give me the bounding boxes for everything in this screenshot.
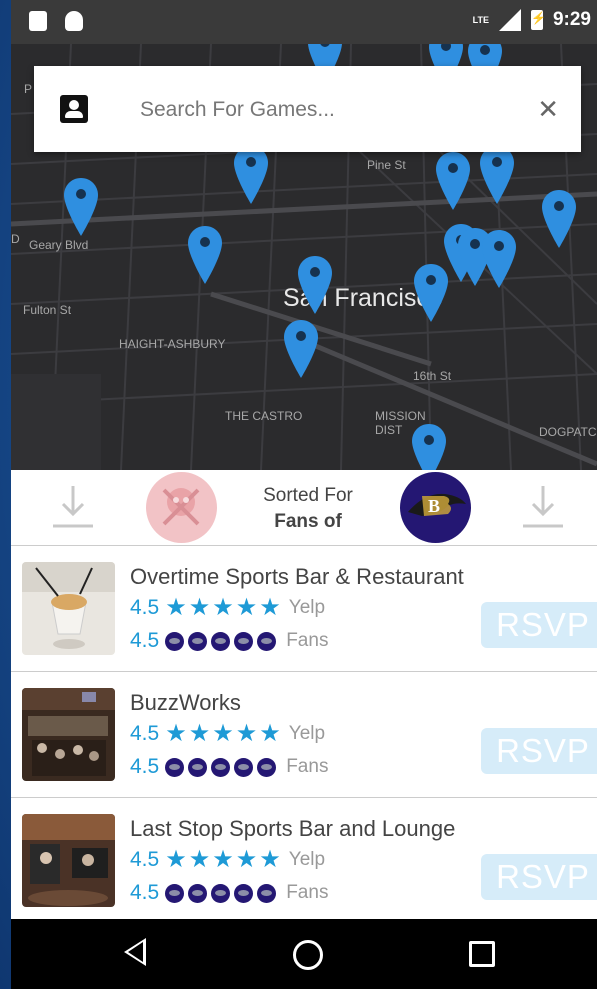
venue-list: Overtime Sports Bar & Restaurant 4.5 ★ ★ ★… (11, 546, 597, 919)
sort-strip: Sorted For Fans of B (11, 470, 597, 546)
map-label-the-castro: THE CASTRO (225, 409, 303, 423)
ravens-logo-icon (257, 631, 277, 651)
sorted-for-label: Sorted For Fans of (263, 485, 353, 532)
arrow-down-icon[interactable] (51, 484, 95, 530)
home-icon[interactable] (293, 940, 323, 970)
star-icon: ★ (235, 846, 258, 873)
ravens-logo[interactable]: B (400, 472, 471, 543)
android-icon (65, 11, 83, 31)
list-item[interactable]: Last Stop Sports Bar and Lounge 4.5 ★ ★ ★ ★… (11, 798, 597, 919)
star-icon: ★ (188, 594, 211, 621)
fan-rating: 4.5 Fans (130, 881, 329, 904)
map-pin-icon[interactable] (63, 176, 99, 238)
search-bar: ✕ (34, 66, 581, 152)
rsvp-button[interactable]: RSVP (481, 854, 597, 900)
clock: 9:29 (552, 9, 591, 30)
rsvp-button[interactable]: RSVP (481, 602, 597, 648)
star-icon: ★ (212, 846, 234, 873)
map-pin-icon[interactable] (435, 150, 471, 212)
map-pin-icon[interactable] (413, 262, 449, 324)
list-item[interactable]: Overtime Sports Bar & Restaurant 4.5 ★ ★ ★… (11, 546, 597, 672)
venue-name: Last Stop Sports Bar and Lounge (130, 816, 456, 841)
ravens-logo-icon (188, 883, 208, 903)
map-pin-icon[interactable] (541, 188, 577, 250)
map-label-dogpatch: DOGPATC (539, 425, 597, 439)
map-pin-icon[interactable] (233, 144, 269, 206)
contact-card-icon[interactable] (60, 95, 88, 123)
ravens-logo-icon (165, 631, 185, 651)
star-icon: ★ (212, 720, 234, 747)
ravens-logo-icon (188, 631, 208, 651)
navigation-bar (11, 919, 597, 989)
lte-indicator: LTE (472, 15, 489, 25)
ravens-logo-icon (257, 757, 277, 777)
star-icon: ★ (165, 720, 187, 747)
ravens-logo-icon (234, 757, 254, 777)
rsvp-button[interactable]: RSVP (481, 728, 597, 774)
map-label-geary-blvd: Geary Blvd (29, 238, 89, 252)
map-label-16th-st: 16th St (413, 369, 452, 383)
ravens-logo-icon (211, 757, 231, 777)
map-pin-icon[interactable] (187, 224, 223, 286)
search-input[interactable] (138, 94, 502, 126)
yelp-rating: 4.5 ★ ★ ★ ★ ★ Yelp (130, 720, 326, 747)
star-icon: ★ (235, 594, 258, 621)
venue-photo (22, 562, 115, 655)
arrow-down-icon[interactable] (521, 484, 565, 530)
phone-screen: LTE 9:29 (11, 0, 597, 989)
buccaneers-logo[interactable] (146, 472, 217, 543)
svg-text:B: B (428, 496, 440, 516)
ravens-logo-icon (211, 883, 231, 903)
signal-icon (498, 9, 521, 31)
star-icon: ★ (188, 720, 211, 747)
venue-photo (22, 814, 115, 907)
map-label-haight-ashbury: HAIGHT-ASHBURY (119, 337, 226, 351)
ravens-logo-icon (188, 757, 208, 777)
ravens-logo-icon (234, 631, 254, 651)
map-pin-icon[interactable] (411, 422, 447, 470)
close-icon[interactable]: ✕ (537, 94, 559, 124)
ravens-logo-icon (234, 883, 254, 903)
map-pin-icon[interactable] (481, 228, 517, 290)
ravens-logo-icon (165, 757, 185, 777)
fan-rating: 4.5 Fans (130, 755, 329, 778)
map-pin-icon[interactable] (479, 144, 515, 206)
map-label-fulton-st: Fulton St (23, 303, 72, 317)
venue-name: Overtime Sports Bar & Restaurant (130, 564, 464, 589)
map-label-pine-st: Pine St (367, 158, 406, 172)
map-pin-icon[interactable] (283, 318, 319, 380)
map-label-p-edge: P (24, 82, 33, 96)
recent-apps-icon[interactable] (469, 941, 495, 967)
list-item[interactable]: BuzzWorks 4.5 ★ ★ ★ ★ ★ Yelp 4.5 Fans RSVP (11, 672, 597, 798)
yelp-rating: 4.5 ★ ★ ★ ★ ★ Yelp (130, 846, 326, 873)
status-bar: LTE 9:29 (11, 0, 597, 44)
yelp-rating: 4.5 ★ ★ ★ ★ ★ Yelp (130, 594, 326, 621)
ravens-logo-icon (211, 631, 231, 651)
star-icon: ★ (188, 846, 211, 873)
back-icon[interactable] (124, 938, 146, 966)
battery-charging-icon (530, 10, 546, 30)
sd-card-icon (29, 11, 47, 31)
map-label-d-edge: D (11, 232, 20, 246)
venue-name: BuzzWorks (130, 690, 241, 715)
fan-rating: 4.5 Fans (130, 629, 329, 652)
ravens-logo-icon (165, 883, 185, 903)
map-pin-icon[interactable] (297, 254, 333, 316)
star-icon: ★ (259, 594, 281, 621)
venue-photo (22, 688, 115, 781)
ravens-logo-icon (257, 883, 277, 903)
star-icon: ★ (235, 720, 258, 747)
star-icon: ★ (259, 846, 281, 873)
star-icon: ★ (259, 720, 281, 747)
star-icon: ★ (165, 594, 187, 621)
star-icon: ★ (212, 594, 234, 621)
star-icon: ★ (165, 846, 187, 873)
